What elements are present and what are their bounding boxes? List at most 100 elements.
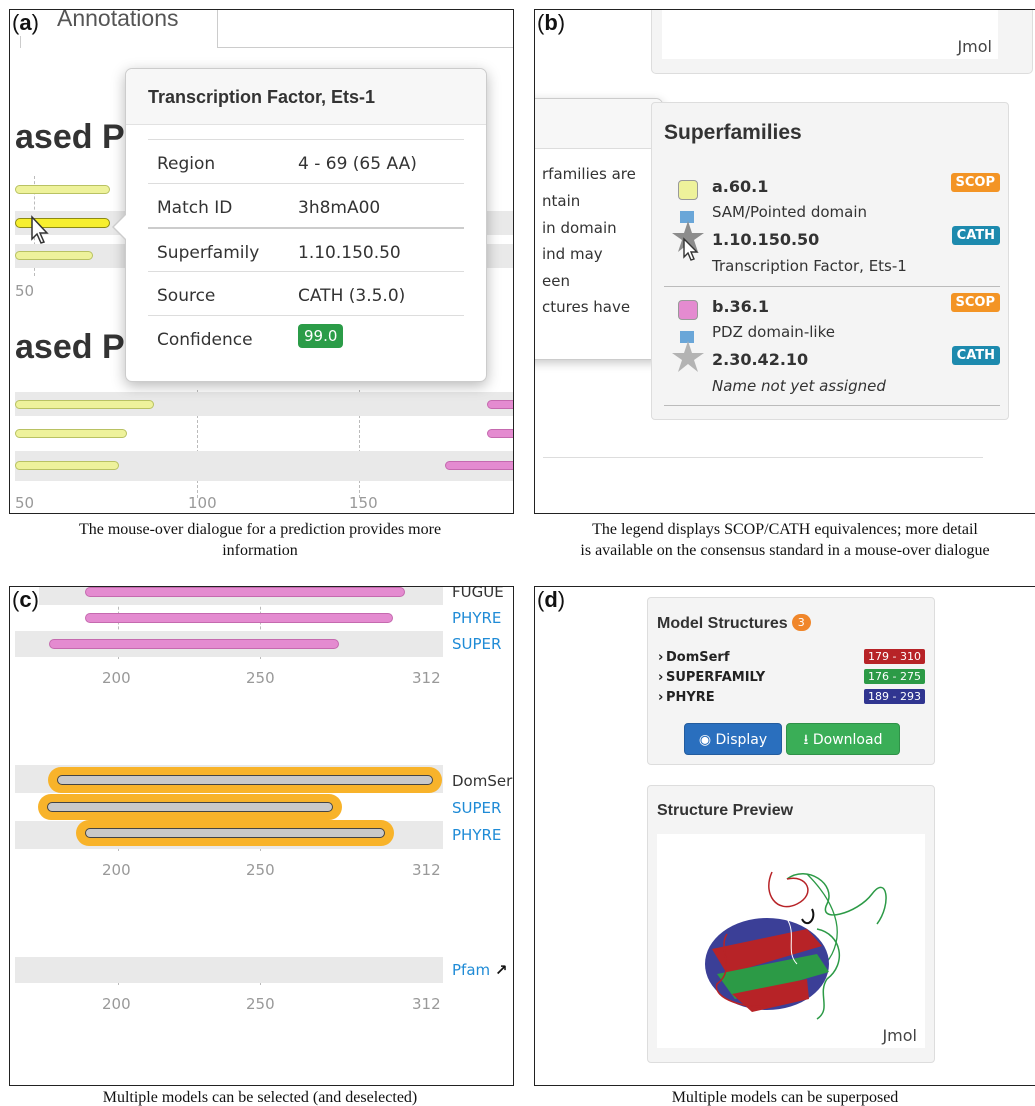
- prediction-bar[interactable]: [15, 251, 93, 260]
- track-row: [15, 421, 513, 445]
- download-button[interactable]: ⭳ Download: [786, 723, 900, 755]
- tooltip-key: Confidence: [157, 330, 253, 350]
- track-row: [15, 392, 513, 416]
- prediction-bar[interactable]: [487, 400, 513, 409]
- model-bar[interactable]: [85, 587, 405, 597]
- axis-tick: 50: [15, 494, 35, 512]
- panel-a: (a) Annotations ased P 50 ased P 50 100 …: [9, 9, 514, 514]
- model-count-badge: 3: [791, 614, 811, 631]
- popover-text: ntain: [542, 192, 581, 210]
- track-label[interactable]: DomSer: [452, 772, 512, 790]
- section-heading-2: ased P: [15, 328, 125, 366]
- track-row: [15, 605, 443, 631]
- model-range-badge: 179 - 310: [864, 649, 925, 664]
- jmol-viewer[interactable]: Jmol: [662, 10, 998, 59]
- axis-tick: 250: [246, 669, 275, 687]
- tooltip-row-region: Region 4 - 69 (65 AA): [148, 139, 464, 183]
- tooltip-title: Transcription Factor, Ets-1: [126, 69, 486, 125]
- panel-b: (b) Jmol rfamilies are ntain in domain i…: [534, 9, 1035, 514]
- tab-divider: [217, 47, 513, 48]
- model-bar[interactable]: [85, 613, 393, 623]
- confidence-badge: 99.0: [298, 324, 344, 348]
- tooltip-arrow: [112, 213, 127, 241]
- axis-tick: 312: [412, 861, 441, 879]
- jmol-label: Jmol: [882, 1026, 917, 1045]
- prediction-bar[interactable]: [15, 429, 127, 438]
- model-bar-fill: [47, 802, 333, 812]
- protein-structure-render: [705, 871, 887, 1020]
- model-item-phyre[interactable]: › PHYRE: [658, 690, 715, 705]
- caption-c: Multiple models can be selected (and des…: [102, 1089, 418, 1106]
- model-item-domserf[interactable]: › DomSerf: [658, 650, 729, 665]
- track-label-pfam[interactable]: Pfam ↗: [452, 961, 508, 979]
- panel-a-letter: (a): [12, 10, 39, 36]
- popover-text: in domain: [542, 219, 617, 237]
- model-structures-title: Model Structures 3: [657, 614, 811, 633]
- annotations-tab[interactable]: Annotations: [20, 9, 218, 48]
- axis-tick: 200: [102, 995, 131, 1013]
- cath-description: Name not yet assigned: [712, 377, 886, 395]
- track-label[interactable]: SUPER: [452, 635, 501, 653]
- axis-tick: 150: [349, 494, 378, 512]
- axis-tick: 250: [246, 861, 275, 879]
- superfamilies-legend: Superfamilies a.60.1 SCOP SAM/Pointed do…: [651, 102, 1009, 420]
- selected-model-bar[interactable]: [38, 794, 342, 820]
- selected-model-bar[interactable]: [48, 767, 442, 793]
- annotations-tab-label: Annotations: [57, 9, 179, 31]
- scop-tag: SCOP: [950, 173, 1000, 192]
- track-label[interactable]: PHYRE: [452, 826, 501, 844]
- divider: [543, 457, 983, 458]
- tooltip-value: 3h8mA00: [298, 198, 381, 218]
- model-item-superfamily[interactable]: › SUPERFAMILY: [658, 670, 765, 685]
- axis-tick: 312: [412, 995, 441, 1013]
- external-link-icon[interactable]: ↗: [495, 961, 508, 979]
- track-label[interactable]: SUPER: [452, 799, 501, 817]
- selected-model-bar[interactable]: [76, 820, 394, 846]
- jmol-viewer[interactable]: Jmol: [657, 834, 925, 1048]
- legend-swatch-pink: [678, 300, 698, 320]
- track-row: [15, 631, 443, 657]
- tooltip-key: Source: [157, 286, 216, 306]
- prediction-bar[interactable]: [15, 400, 154, 409]
- cath-description: Transcription Factor, Ets-1: [712, 257, 907, 275]
- tooltip-row-source: Source CATH (3.5.0): [148, 271, 464, 315]
- track-row: [15, 451, 513, 481]
- prediction-bar[interactable]: [445, 461, 513, 470]
- structure-preview-title: Structure Preview: [657, 802, 794, 819]
- legend-swatch-yellow: [678, 180, 698, 200]
- prediction-bar[interactable]: [15, 185, 110, 194]
- display-button[interactable]: ◉ Display: [684, 723, 782, 755]
- cath-tag: CATH: [951, 346, 1000, 365]
- axis-tick: 312: [412, 669, 441, 687]
- track-label[interactable]: FUGUE: [452, 587, 504, 601]
- scop-description: PDZ domain-like: [712, 323, 835, 341]
- tooltip-value: CATH (3.5.0): [298, 286, 406, 306]
- popover-text: ctures have: [542, 298, 631, 316]
- tooltip-value: 1.10.150.50: [298, 243, 401, 263]
- panel-c-letter: (c): [12, 587, 39, 613]
- popover-text: ind may: [542, 245, 603, 263]
- panel-d: (d) Model Structures 3 › DomSerf 179 - 31…: [534, 586, 1035, 1086]
- panel-d-letter: (d): [537, 587, 566, 613]
- track-label[interactable]: PHYRE: [452, 609, 501, 627]
- axis-tick: 50: [15, 282, 35, 300]
- jmol-viewer-box: Jmol: [651, 10, 1033, 74]
- panel-c: (c) FUGUE PHYRE SUPER 200 250 312 DomSer…: [9, 586, 514, 1086]
- popover-text: rfamilies are: [542, 165, 636, 183]
- mouse-cursor-icon: [31, 215, 49, 244]
- model-range-badge: 189 - 293: [864, 689, 925, 704]
- consensus-star-icon[interactable]: [672, 331, 704, 373]
- mouse-cursor-icon: [683, 237, 699, 261]
- cath-tag: CATH: [951, 226, 1000, 245]
- prediction-bar[interactable]: [487, 429, 513, 438]
- prediction-bar[interactable]: [15, 461, 119, 470]
- legend-separator: [664, 405, 1000, 406]
- structure-preview-box: Structure Preview Jmol: [647, 785, 935, 1063]
- cath-code: 2.30.42.10: [712, 350, 809, 369]
- model-bar[interactable]: [49, 639, 339, 649]
- scop-tag: SCOP: [950, 293, 1000, 312]
- tooltip-key: Match ID: [157, 198, 233, 218]
- track-row: [15, 957, 443, 983]
- panel-b-letter: (b): [537, 10, 566, 36]
- model-bar-fill: [57, 775, 433, 785]
